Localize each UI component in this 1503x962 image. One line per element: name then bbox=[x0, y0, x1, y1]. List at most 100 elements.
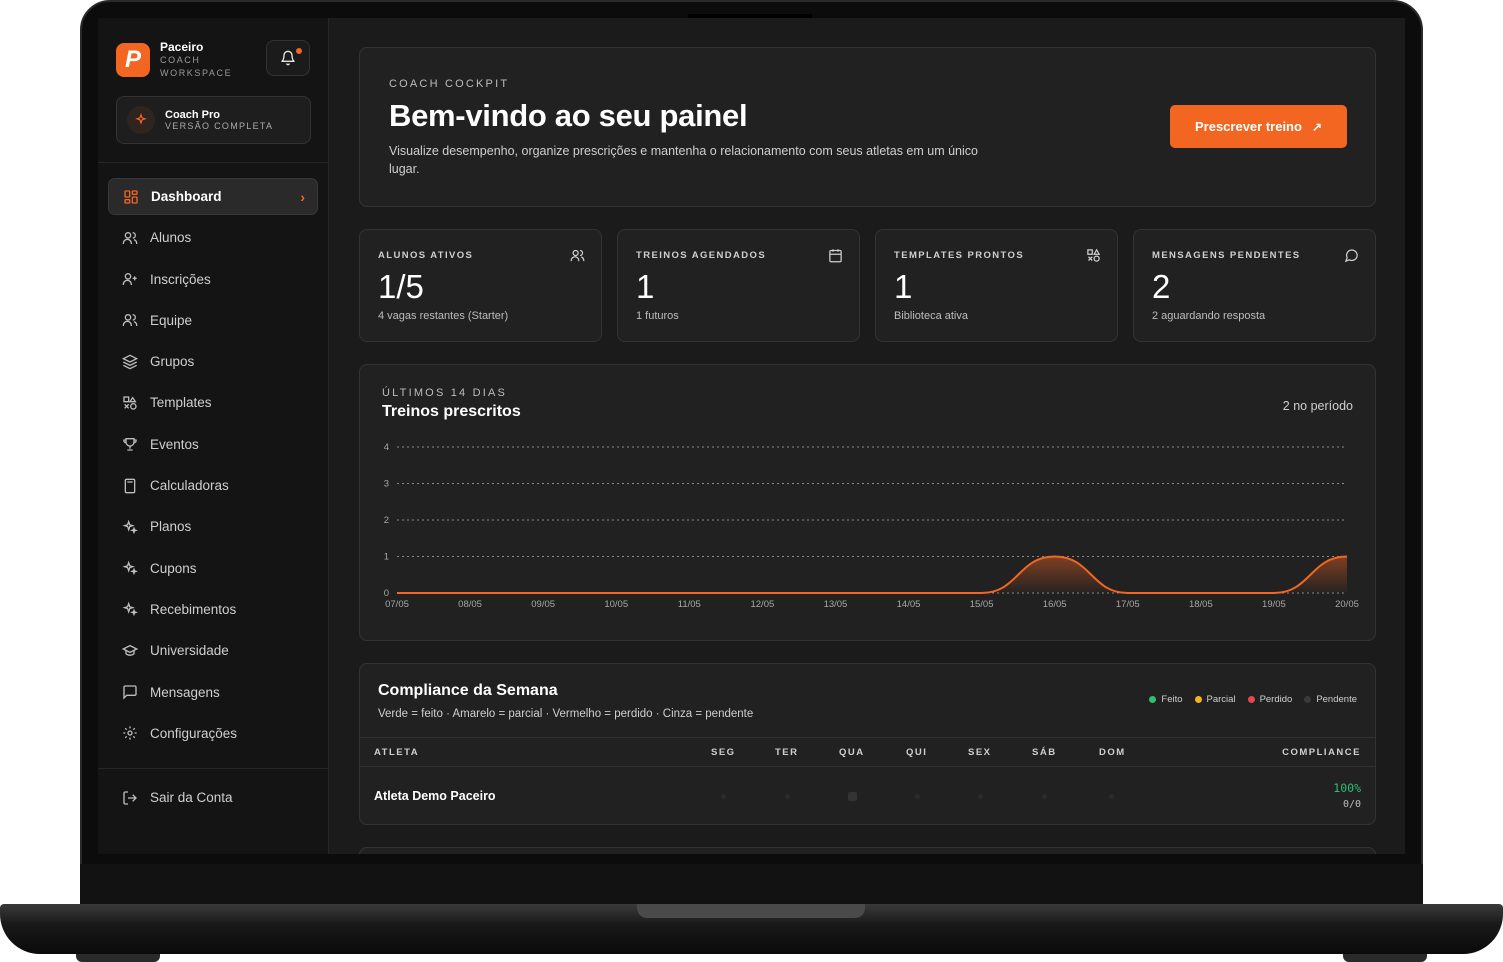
x-tick-label: 19/05 bbox=[1262, 599, 1286, 610]
sidebar-item-label: Cupons bbox=[150, 560, 197, 576]
sidebar-item-mensagens[interactable]: Mensagens bbox=[108, 674, 318, 711]
stat-card-treinos[interactable]: TREINOS AGENDADOS 1 1 futuros bbox=[617, 229, 860, 342]
stat-card-templates[interactable]: TEMPLATES PRONTOS 1 Biblioteca ativa bbox=[875, 229, 1118, 342]
sidebar-item-inscricoes[interactable]: Inscrições bbox=[108, 261, 318, 298]
sidebar-item-cupons[interactable]: Cupons bbox=[108, 550, 318, 587]
compliance-title: Compliance da Semana bbox=[378, 682, 558, 699]
app-screen: P Paceiro COACH WORKSPACE Coach Pro VERS… bbox=[98, 18, 1405, 854]
stat-hint: Biblioteca ativa bbox=[894, 310, 968, 322]
table-row[interactable]: Atleta Demo Paceiro 100% 0/0 bbox=[360, 768, 1375, 824]
prescribe-workout-button[interactable]: Prescrever treino ↗ bbox=[1170, 105, 1347, 148]
x-tick-label: 11/05 bbox=[678, 599, 701, 610]
y-tick-label: 3 bbox=[384, 479, 389, 490]
brand-sub-workspace: WORKSPACE bbox=[160, 68, 233, 78]
stat-label: MENSAGENS PENDENTES bbox=[1152, 250, 1301, 261]
calculator-icon bbox=[124, 478, 136, 493]
laptop-frame: P Paceiro COACH WORKSPACE Coach Pro VERS… bbox=[0, 0, 1503, 962]
sidebar-item-eventos[interactable]: Eventos bbox=[108, 426, 318, 463]
x-tick-label: 16/05 bbox=[1043, 599, 1067, 610]
sidebar-item-label: Inscrições bbox=[150, 271, 211, 287]
x-tick-label: 14/05 bbox=[897, 599, 921, 610]
athlete-name: Atleta Demo Paceiro bbox=[374, 789, 496, 803]
chart-card: ÚLTIMOS 14 DIAS Treinos prescritos 2 no … bbox=[359, 364, 1376, 641]
compliance-percent: 100% bbox=[1333, 781, 1361, 795]
shapes-icon bbox=[1087, 248, 1101, 262]
legend-item-parcial: Parcial bbox=[1194, 694, 1236, 705]
compliance-subtitle: Verde = feito · Amarelo = parcial · Verm… bbox=[378, 708, 754, 720]
day-status-qua bbox=[848, 792, 857, 801]
logout-button[interactable]: Sair da Conta bbox=[108, 779, 318, 816]
team-icon bbox=[122, 314, 138, 327]
sidebar-item-calculadoras[interactable]: Calculadoras bbox=[108, 467, 318, 504]
hero-description: Visualize desempenho, organize prescriçõ… bbox=[389, 144, 978, 176]
day-status-ter bbox=[785, 794, 790, 799]
sidebar: P Paceiro COACH WORKSPACE Coach Pro VERS… bbox=[98, 18, 329, 854]
compliance-card: Compliance da Semana Verde = feito · Ama… bbox=[359, 663, 1376, 825]
brand[interactable]: P Paceiro COACH WORKSPACE bbox=[116, 40, 232, 80]
divider bbox=[98, 768, 329, 769]
next-card bbox=[359, 847, 1376, 854]
sidebar-item-label: Equipe bbox=[150, 312, 193, 328]
message-circle-icon bbox=[1344, 249, 1358, 263]
sparkles-icon bbox=[122, 602, 138, 617]
chevron-right-icon: › bbox=[300, 188, 305, 205]
x-tick-label: 09/05 bbox=[531, 599, 555, 610]
sidebar-item-grupos[interactable]: Grupos bbox=[108, 343, 318, 380]
cta-label: Prescrever treino bbox=[1194, 119, 1302, 134]
stat-label: TEMPLATES PRONTOS bbox=[894, 250, 1025, 261]
stat-card-alunos[interactable]: ALUNOS ATIVOS 1/5 4 vagas restantes (Sta… bbox=[359, 229, 602, 342]
stat-hint: 1 futuros bbox=[636, 310, 679, 322]
stat-card-mensagens[interactable]: MENSAGENS PENDENTES 2 2 aguardando respo… bbox=[1133, 229, 1376, 342]
day-status-dom bbox=[1109, 794, 1114, 799]
user-plus-icon bbox=[122, 273, 137, 286]
sidebar-item-dashboard[interactable]: Dashboard › bbox=[108, 178, 318, 215]
bell-icon bbox=[281, 50, 295, 66]
workouts-chart: 0 1 2 3 4 07/05 08/05 09/05 10/05 11/05 12/05 13/05… bbox=[384, 442, 1359, 610]
sidebar-item-universidade[interactable]: Universidade bbox=[108, 632, 318, 669]
stat-label: TREINOS AGENDADOS bbox=[636, 250, 767, 261]
plan-name: Coach Pro bbox=[165, 109, 221, 121]
page-title: Bem-vindo ao seu painel bbox=[389, 98, 748, 133]
sidebar-item-equipe[interactable]: Equipe bbox=[108, 302, 318, 339]
column-header: TER bbox=[775, 747, 799, 758]
laptop-chin bbox=[80, 864, 1423, 908]
sidebar-item-label: Universidade bbox=[150, 643, 229, 659]
notifications-button[interactable] bbox=[266, 40, 310, 76]
sidebar-item-recebimentos[interactable]: Recebimentos bbox=[108, 591, 318, 628]
logout-label: Sair da Conta bbox=[150, 790, 233, 805]
brand-sub-coach: COACH bbox=[160, 55, 201, 65]
calendar-icon bbox=[829, 249, 842, 263]
x-tick-label: 07/05 bbox=[385, 599, 409, 610]
stat-value: 1 bbox=[894, 268, 913, 305]
y-tick-label: 4 bbox=[384, 442, 389, 453]
legend-item-perdido: Perdido bbox=[1247, 694, 1292, 705]
trophy-icon bbox=[123, 438, 137, 451]
sidebar-item-label: Planos bbox=[150, 519, 192, 535]
stat-value: 1/5 bbox=[378, 268, 424, 305]
sidebar-item-templates[interactable]: Templates bbox=[108, 384, 318, 421]
compliance-legend: Feito Parcial Perdido Pendente bbox=[1149, 694, 1357, 705]
x-tick-label: 17/05 bbox=[1116, 599, 1140, 610]
laptop-lid-notch bbox=[637, 904, 865, 918]
stat-hint: 2 aguardando resposta bbox=[1152, 310, 1266, 322]
sidebar-item-alunos[interactable]: Alunos bbox=[108, 219, 318, 256]
settings-icon bbox=[123, 726, 137, 741]
users-icon bbox=[122, 231, 138, 244]
sparkles-icon bbox=[127, 106, 155, 134]
y-tick-label: 2 bbox=[384, 515, 389, 526]
x-tick-label: 10/05 bbox=[604, 599, 628, 610]
plan-sub: VERSÃO COMPLETA bbox=[165, 121, 274, 131]
sidebar-item-label: Grupos bbox=[150, 354, 195, 370]
column-header: ATLETA bbox=[374, 747, 420, 758]
series-line bbox=[397, 555, 1348, 594]
x-tick-label: 20/05 bbox=[1335, 599, 1359, 610]
day-status-sab bbox=[1042, 794, 1047, 799]
divider bbox=[98, 162, 329, 163]
series-area bbox=[397, 556, 1347, 593]
sidebar-item-label: Recebimentos bbox=[150, 601, 237, 617]
plan-card[interactable]: Coach Pro VERSÃO COMPLETA bbox=[116, 96, 311, 144]
stat-value: 1 bbox=[636, 268, 655, 305]
sidebar-item-configuracoes[interactable]: Configurações bbox=[108, 715, 318, 752]
sidebar-item-planos[interactable]: Planos bbox=[108, 508, 318, 545]
legend-item-pendente: Pendente bbox=[1304, 694, 1357, 705]
